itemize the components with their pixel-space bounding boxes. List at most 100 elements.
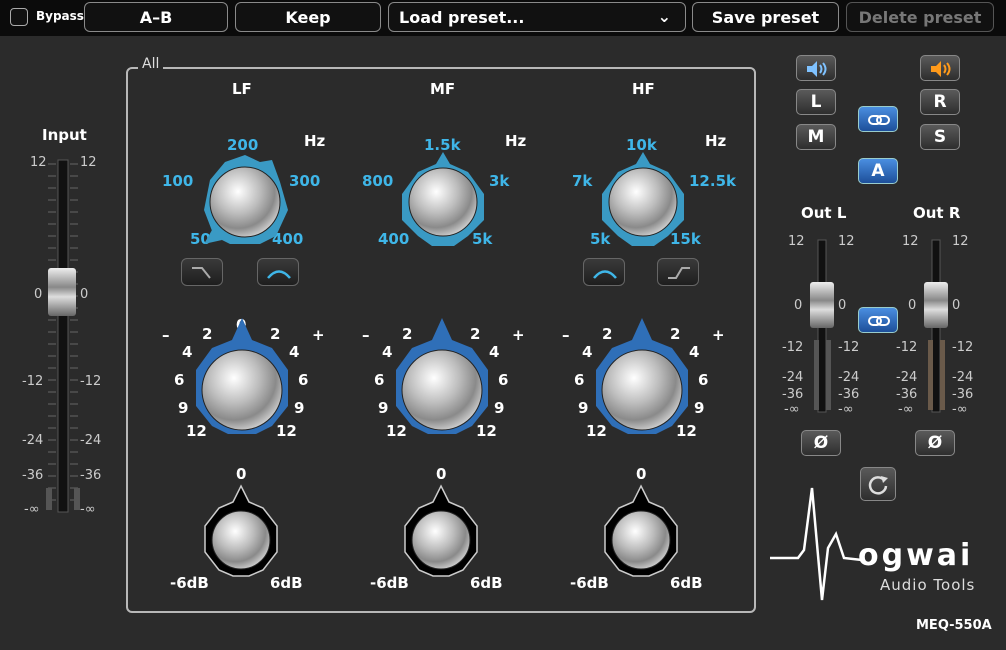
out-l-tick-0: 0 — [794, 298, 803, 313]
low-cut-icon — [192, 267, 211, 279]
hf-frequency-knob[interactable] — [598, 150, 688, 250]
input-fader-handle[interactable] — [48, 268, 76, 316]
out-r-tick-m36: -36 — [896, 387, 918, 402]
right-monitor-button[interactable] — [920, 55, 960, 81]
input-tick-0-left: 0 — [34, 287, 43, 302]
out-l-tick-inf: -∞ — [784, 402, 800, 417]
out-r-tick-inf: -∞ — [898, 402, 914, 417]
link-monitor-button[interactable] — [858, 106, 898, 132]
hf-trim-min: -6dB — [570, 574, 609, 592]
r-mode-button[interactable]: R — [920, 89, 960, 115]
high-shelf-icon — [668, 267, 690, 279]
hz-label-hf: Hz — [705, 132, 727, 150]
out-l-tick-m12: -12 — [782, 340, 804, 355]
out-r-tick-0: 0 — [908, 298, 917, 313]
speaker-icon — [807, 61, 827, 77]
out-r-tick-m24: -24 — [896, 370, 918, 385]
mf-gain-plus: + — [512, 326, 525, 344]
lf-freq-right: 300 — [289, 172, 321, 190]
mf-freq-right: 3k — [489, 172, 510, 190]
load-preset-select[interactable]: Load preset... ⌄ — [388, 2, 686, 32]
lf-trim-max: 6dB — [270, 574, 303, 592]
input-tick-m24-right: -24 — [80, 433, 102, 448]
speaker-icon — [931, 61, 951, 77]
mf-gain-4l: 4 — [382, 343, 393, 361]
lf-trim-zero: 0 — [236, 465, 247, 483]
keep-button[interactable]: Keep — [235, 2, 381, 32]
lf-gain-minus: – — [162, 326, 170, 344]
hf-bell-button[interactable] — [583, 258, 625, 286]
mf-trim-max: 6dB — [470, 574, 503, 592]
out-l-tick-infr: -∞ — [838, 402, 854, 417]
out-r-tick-m12r: -12 — [952, 340, 974, 355]
out-l-tick-m12r: -12 — [838, 340, 860, 355]
mf-gain-9r: 9 — [494, 399, 505, 417]
input-tick-m24-left: -24 — [22, 433, 44, 448]
waveform-logo — [770, 487, 863, 601]
hf-trim-max: 6dB — [670, 574, 703, 592]
hz-label-mf: Hz — [505, 132, 527, 150]
bell-curve-icon — [593, 270, 617, 279]
hf-high-shelf-button[interactable] — [657, 258, 699, 286]
lf-freq-left: 100 — [162, 172, 194, 190]
input-tick-inf-left: -∞ — [24, 502, 40, 517]
out-l-tick-m24: -24 — [782, 370, 804, 385]
lf-bell-button[interactable] — [257, 258, 299, 286]
hf-gain-4l: 4 — [582, 343, 593, 361]
out-r-tick-12: 12 — [902, 234, 919, 249]
link-output-button[interactable] — [858, 307, 898, 333]
mf-gain-6l: 6 — [374, 371, 385, 389]
bell-curve-icon — [267, 270, 291, 279]
hf-trim-knob[interactable] — [603, 484, 679, 578]
left-monitor-button[interactable] — [796, 55, 836, 81]
lf-trim-knob[interactable] — [203, 484, 279, 578]
mf-gain-9l: 9 — [378, 399, 389, 417]
out-r-tick-0r: 0 — [952, 298, 961, 313]
out-r-phase-button[interactable]: Ø — [915, 430, 955, 456]
out-l-tick-12: 12 — [788, 234, 805, 249]
out-l-tick-m36r: -36 — [838, 387, 860, 402]
hf-gain-knob[interactable] — [592, 318, 692, 436]
top-bar: Bypass A–B Keep Load preset... ⌄ Save pr… — [0, 0, 1006, 36]
out-l-tick-12r: 12 — [838, 234, 855, 249]
mf-frequency-knob[interactable] — [398, 150, 488, 250]
refresh-icon — [868, 476, 888, 495]
input-tick-inf-right: -∞ — [80, 502, 96, 517]
out-r-tick-m12: -12 — [896, 340, 918, 355]
input-tick-m36-right: -36 — [80, 468, 102, 483]
s-mode-button[interactable]: S — [920, 124, 960, 150]
model-name: MEQ-550A — [916, 618, 992, 633]
mf-gain-knob[interactable] — [392, 318, 492, 436]
hf-gain-6l: 6 — [574, 371, 585, 389]
input-tick-m12-right: -12 — [80, 374, 102, 389]
chevron-down-icon: ⌄ — [657, 7, 671, 26]
input-tick-12-left: 12 — [30, 155, 47, 170]
l-mode-button[interactable]: L — [796, 89, 836, 115]
out-l-fader-handle[interactable] — [810, 282, 834, 328]
hf-gain-9l: 9 — [578, 399, 589, 417]
lf-low-cut-button[interactable] — [181, 258, 223, 286]
mf-trim-knob[interactable] — [403, 484, 479, 578]
delete-preset-button[interactable]: Delete preset — [846, 2, 994, 32]
m-mode-button[interactable]: M — [796, 124, 836, 150]
mf-gain-minus: – — [362, 326, 370, 344]
lf-gain-9r: 9 — [294, 399, 305, 417]
save-preset-button[interactable]: Save preset — [692, 2, 839, 32]
out-l-phase-button[interactable]: Ø — [801, 430, 841, 456]
out-l-tick-m36: -36 — [782, 387, 804, 402]
out-r-tick-12r: 12 — [952, 234, 969, 249]
lf-trim-min: -6dB — [170, 574, 209, 592]
hf-trim-zero: 0 — [636, 465, 647, 483]
lf-frequency-knob[interactable] — [200, 150, 290, 250]
input-tick-m36-left: -36 — [22, 468, 44, 483]
lf-gain-9l: 9 — [178, 399, 189, 417]
hf-gain-minus: – — [562, 326, 570, 344]
lf-gain-knob[interactable] — [192, 318, 292, 436]
out-r-tick-m36r: -36 — [952, 387, 974, 402]
out-r-fader-handle[interactable] — [924, 282, 948, 328]
lf-gain-4l: 4 — [182, 343, 193, 361]
a-mode-button[interactable]: A — [858, 158, 898, 184]
hf-gain-6r: 6 — [698, 371, 709, 389]
band-label-lf: LF — [232, 80, 252, 98]
mf-trim-min: -6dB — [370, 574, 409, 592]
